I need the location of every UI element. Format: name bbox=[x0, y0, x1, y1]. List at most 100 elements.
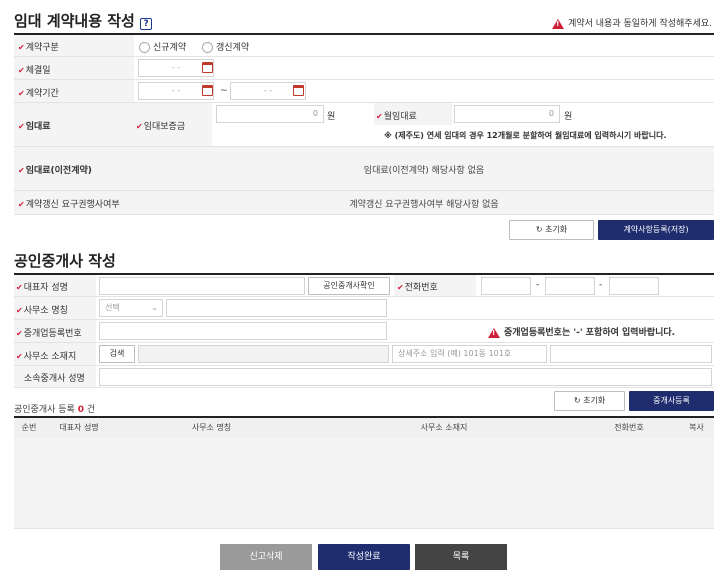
contract-type-label-text: 계약구분 bbox=[25, 43, 59, 53]
required-check-icon: ✔ bbox=[18, 200, 25, 209]
rent-label: ✔임대료 bbox=[18, 119, 51, 132]
phone-label: ✔전화번호 bbox=[397, 280, 438, 293]
agent-count-prefix: 공인중개사 등록 bbox=[14, 405, 75, 415]
required-check-icon: ✔ bbox=[397, 283, 404, 292]
table-header-row: 순번 대표자 성명 사무소 명칭 사무소 소재지 전화번호 복사 bbox=[14, 418, 714, 439]
reg-no-warning-text: 중개업등록번호는 '-' 포함하여 입력바랍니다. bbox=[504, 328, 676, 338]
delete-report-button[interactable]: 신고삭제 bbox=[220, 544, 312, 570]
contract-reset-button[interactable]: ↻ 초기화 bbox=[509, 220, 594, 240]
agent-list-body bbox=[14, 438, 714, 529]
list-button[interactable]: 목록 bbox=[415, 544, 507, 570]
warning-icon bbox=[552, 18, 565, 29]
reg-no-row: ✔중개업등록번호 중개업등록번호는 '-' 포함하여 입력바랍니다. bbox=[14, 320, 714, 343]
col-no: 순번 bbox=[14, 418, 44, 439]
monthly-input[interactable]: 0 bbox=[454, 105, 560, 123]
agent-register-button[interactable]: 중개사등록 bbox=[629, 391, 714, 411]
period-row: ✔계약기간 - - ~ - - bbox=[14, 80, 714, 103]
radio-renewal-contract[interactable]: 갱신계약 bbox=[202, 40, 249, 53]
complete-button[interactable]: 작성완료 bbox=[318, 544, 410, 570]
required-check-icon: ✔ bbox=[18, 43, 25, 52]
period-label: ✔계약기간 bbox=[18, 86, 59, 99]
agent-count-suffix: 건 bbox=[86, 405, 96, 415]
section1-warning: 계약서 내용과 동일하게 작성해주세요. bbox=[552, 16, 712, 29]
contract-type-label: ✔계약구분 bbox=[18, 40, 59, 53]
sign-date-label-text: 체결일 bbox=[25, 66, 51, 76]
period-label-text: 계약기간 bbox=[25, 89, 59, 99]
required-check-icon: ✔ bbox=[16, 306, 23, 315]
monthly-label-text: 월임대료 bbox=[383, 112, 417, 122]
section1-warning-text: 계약서 내용과 동일하게 작성해주세요. bbox=[568, 19, 712, 29]
reg-no-warning: 중개업등록번호는 '-' 포함하여 입력바랍니다. bbox=[488, 325, 675, 338]
address-search-button[interactable]: 검색 bbox=[99, 345, 135, 363]
reg-no-label-text: 중개업등록번호 bbox=[23, 329, 82, 339]
office-name-label-text: 사무소 명칭 bbox=[23, 306, 68, 316]
chevron-down-icon: ⌄ bbox=[151, 303, 158, 312]
office-name-input[interactable] bbox=[166, 299, 387, 317]
required-check-icon: ✔ bbox=[136, 122, 143, 131]
phone-input-2[interactable] bbox=[545, 277, 595, 295]
section1-title: 임대 계약내용 작성 ? bbox=[14, 10, 153, 31]
address-input[interactable] bbox=[138, 345, 389, 363]
phone-dash-1: - bbox=[536, 280, 540, 290]
agent-count-value: 0 bbox=[77, 405, 84, 415]
prev-rent-label-text: 임대료(이전계약) bbox=[25, 166, 92, 176]
period-tilde: ~ bbox=[220, 86, 228, 96]
prev-rent-label: ✔임대료(이전계약) bbox=[18, 163, 92, 176]
address-detail-input[interactable]: 상세주소 입력 (예) 101동 101호 bbox=[392, 345, 547, 363]
prev-rent-row: ✔임대료(이전계약) 임대료(이전계약) 해당사항 없음 bbox=[14, 147, 714, 191]
help-icon[interactable]: ? bbox=[140, 18, 153, 30]
col-copy: 복사 bbox=[679, 418, 714, 439]
agent-reset-label: 초기화 bbox=[583, 396, 606, 405]
rep-name-label: ✔대표자 성명 bbox=[16, 280, 68, 293]
contract-type-row: ✔계약구분 신규계약 갱신계약 bbox=[14, 35, 714, 57]
calendar-icon[interactable] bbox=[293, 85, 304, 96]
address-label-text: 사무소 소재지 bbox=[23, 352, 77, 362]
required-check-icon: ✔ bbox=[16, 352, 23, 361]
calendar-icon[interactable] bbox=[202, 62, 213, 73]
renewal-right-label-text: 계약갱신 요구권행사여부 bbox=[25, 200, 120, 210]
rep-name-input[interactable] bbox=[99, 277, 305, 295]
deposit-unit: 원 bbox=[327, 112, 336, 122]
rent-label-text: 임대료 bbox=[25, 122, 51, 132]
deposit-input[interactable]: 0 bbox=[216, 105, 324, 123]
rep-name-row: ✔대표자 성명 공인중개사확인 ✔전화번호 - - bbox=[14, 275, 714, 297]
radio-new-label: 신규계약 bbox=[153, 43, 187, 53]
section1-title-text: 임대 계약내용 작성 bbox=[14, 12, 135, 30]
radio-icon bbox=[139, 42, 150, 53]
office-type-select[interactable]: 선택 ⌄ bbox=[99, 299, 163, 317]
renewal-right-label: ✔계약갱신 요구권행사여부 bbox=[18, 197, 120, 210]
deposit-label: ✔임대보증금 bbox=[136, 119, 185, 132]
warning-icon bbox=[488, 327, 500, 338]
agent-name-label: 소속중개사 성명 bbox=[24, 374, 85, 384]
col-office-address: 사무소 소재지 bbox=[309, 418, 579, 439]
agent-name-row: 소속중개사 성명 bbox=[14, 366, 714, 388]
refresh-icon: ↻ bbox=[535, 225, 543, 234]
phone-input-1[interactable] bbox=[481, 277, 531, 295]
phone-input-3[interactable] bbox=[609, 277, 659, 295]
radio-renewal-label: 갱신계약 bbox=[216, 43, 250, 53]
rep-name-label-text: 대표자 성명 bbox=[23, 283, 68, 293]
agent-reset-button[interactable]: ↻ 초기화 bbox=[554, 391, 625, 411]
office-name-label: ✔사무소 명칭 bbox=[16, 303, 68, 316]
address-label: ✔사무소 소재지 bbox=[16, 349, 76, 362]
contract-save-button[interactable]: 계약사항등록(저장) bbox=[598, 220, 714, 240]
prev-rent-value: 임대료(이전계약) 해당사항 없음 bbox=[363, 166, 485, 176]
radio-new-contract[interactable]: 신규계약 bbox=[139, 40, 186, 53]
calendar-icon[interactable] bbox=[202, 85, 213, 96]
col-phone: 전화번호 bbox=[579, 418, 679, 439]
monthly-label: ✔월임대료 bbox=[376, 109, 417, 122]
col-rep-name: 대표자 성명 bbox=[44, 418, 114, 439]
reg-no-label: ✔중개업등록번호 bbox=[16, 326, 82, 339]
address-extra-input[interactable] bbox=[550, 345, 712, 363]
required-check-icon: ✔ bbox=[376, 112, 383, 121]
phone-dash-2: - bbox=[599, 280, 603, 290]
radio-icon bbox=[202, 42, 213, 53]
sign-date-label: ✔체결일 bbox=[18, 63, 51, 76]
required-check-icon: ✔ bbox=[16, 283, 23, 292]
agent-name-input[interactable] bbox=[99, 368, 712, 386]
contract-reset-label: 초기화 bbox=[545, 225, 568, 234]
reg-no-input[interactable] bbox=[99, 322, 387, 340]
agent-list-table: 순번 대표자 성명 사무소 명칭 사무소 소재지 전화번호 복사 bbox=[14, 418, 714, 439]
verify-agent-button[interactable]: 공인중개사확인 bbox=[308, 277, 390, 295]
section2-title: 공인중개사 작성 bbox=[14, 252, 116, 270]
